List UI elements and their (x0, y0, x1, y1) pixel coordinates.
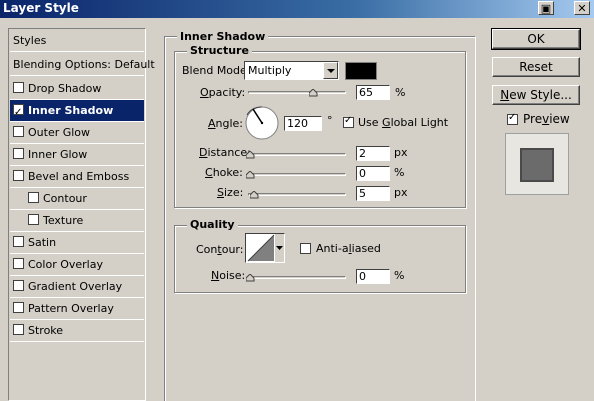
opacity-label: Opacity: (200, 86, 246, 99)
anti-aliased-label: Anti-aliased (316, 242, 381, 255)
sidebar-item-checkbox[interactable] (13, 302, 24, 313)
preview-swatch (520, 148, 554, 182)
sidebar-item-checkbox[interactable] (28, 192, 39, 203)
quality-group (174, 225, 466, 293)
size-label: Size: (217, 186, 244, 199)
sidebar-item-label: Color Overlay (28, 258, 103, 271)
opacity-slider[interactable] (248, 91, 346, 94)
sidebar-item[interactable]: Color Overlay (10, 254, 144, 276)
sidebar-item-label: Satin (28, 236, 57, 249)
sidebar-item[interactable]: Inner Shadow (10, 100, 144, 124)
sidebar-item-checkbox[interactable] (13, 324, 24, 335)
distance-slider[interactable] (248, 153, 346, 156)
distance-input[interactable]: 2 (356, 146, 390, 161)
choke-slider-thumb[interactable] (246, 171, 255, 179)
distance-slider-thumb[interactable] (246, 151, 255, 159)
sidebar-item-checkbox[interactable] (13, 236, 24, 247)
restore-button[interactable]: ▣ (538, 1, 554, 15)
ok-button[interactable]: OK (491, 28, 581, 50)
angle-dial-icon (245, 106, 279, 140)
size-slider-thumb[interactable] (250, 191, 259, 199)
sidebar-item-label: Pattern Overlay (28, 302, 114, 315)
panel-title: Inner Shadow (177, 30, 269, 43)
sidebar-item[interactable]: Drop Shadow (10, 78, 144, 100)
choke-slider[interactable] (248, 173, 346, 176)
contour-label: Contour: (196, 243, 244, 256)
opacity-input[interactable]: 65 (356, 85, 390, 100)
choke-unit: % (394, 166, 405, 179)
sidebar-item-label: Drop Shadow (28, 82, 102, 95)
blend-mode-label: Blend Mode: (182, 64, 251, 77)
sidebar-item-checkbox[interactable] (13, 170, 24, 181)
size-slider[interactable] (248, 193, 346, 196)
sidebar-item[interactable]: Contour (10, 188, 144, 210)
blend-mode-value: Multiply (248, 64, 292, 77)
contour-curve-icon (247, 234, 275, 262)
reset-button[interactable]: Reset (492, 57, 580, 77)
chevron-down-icon[interactable] (275, 234, 284, 262)
opacity-unit: % (395, 86, 406, 99)
preview-checkbox[interactable] (507, 112, 518, 125)
sidebar-item-label: Gradient Overlay (28, 280, 123, 293)
sidebar-item[interactable]: Gradient Overlay (10, 276, 144, 298)
noise-slider-thumb[interactable] (246, 274, 255, 282)
distance-unit: px (394, 146, 408, 159)
sidebar-item-checkbox[interactable] (13, 148, 24, 159)
sidebar-item-label: Inner Glow (28, 148, 88, 161)
sidebar-item[interactable]: Stroke (10, 320, 144, 342)
preview-thumbnail (505, 133, 569, 195)
structure-title: Structure (187, 44, 252, 57)
sidebar-item[interactable]: Bevel and Emboss (10, 166, 144, 188)
styles-list: Styles Blending Options: Default Drop Shad… (8, 28, 155, 401)
chevron-down-icon (323, 62, 338, 79)
sidebar-item-label: Outer Glow (28, 126, 91, 139)
angle-label: Angle: (208, 117, 244, 130)
sidebar-item[interactable]: Pattern Overlay (10, 298, 144, 320)
sidebar-item[interactable]: Outer Glow (10, 122, 144, 144)
sidebar-item[interactable]: Satin (10, 232, 144, 254)
sidebar-item-label: Stroke (28, 324, 64, 337)
angle-unit: ° (327, 114, 333, 127)
sidebar-item-label: Texture (43, 214, 84, 227)
noise-label: Noise: (211, 269, 246, 282)
anti-aliased-checkbox[interactable] (300, 243, 311, 254)
distance-label: Distance: (199, 146, 251, 159)
sidebar-item-checkbox[interactable] (13, 82, 24, 93)
close-button[interactable]: ✕ (574, 1, 590, 15)
noise-slider[interactable] (248, 276, 346, 279)
contour-picker[interactable] (245, 233, 285, 263)
sidebar-item[interactable]: Styles (10, 30, 144, 52)
new-style-button[interactable]: New Style... (492, 85, 580, 105)
title-bar: Layer Style ▣ ✕ (0, 0, 594, 18)
global-light-label: Use Global Light (358, 116, 449, 129)
sidebar-item-checkbox[interactable] (28, 214, 39, 225)
sidebar-item-label: Contour (43, 192, 87, 205)
noise-unit: % (394, 269, 405, 282)
angle-input[interactable]: 120 (284, 116, 322, 131)
sidebar-item-checkbox[interactable] (13, 102, 24, 124)
choke-input[interactable]: 0 (356, 166, 390, 181)
sidebar-item[interactable]: Blending Options: Default (10, 54, 155, 76)
sidebar-item-checkbox[interactable] (13, 126, 24, 137)
size-unit: px (394, 186, 408, 199)
global-light-checkbox[interactable] (343, 115, 354, 128)
preview-label: Preview (523, 112, 570, 126)
sidebar-item-label: Inner Shadow (28, 104, 114, 117)
noise-input[interactable]: 0 (356, 269, 390, 284)
shadow-color-swatch[interactable] (345, 62, 377, 80)
sidebar-item[interactable]: Texture (10, 210, 144, 232)
blend-mode-select[interactable]: Multiply (244, 61, 339, 80)
sidebar-item-checkbox[interactable] (13, 280, 24, 291)
choke-label: Choke: (205, 166, 243, 179)
sidebar-item-label: Bevel and Emboss (28, 170, 130, 183)
quality-title: Quality (187, 218, 238, 231)
angle-dial[interactable] (244, 105, 280, 144)
sidebar-item-label: Blending Options: Default (13, 58, 155, 71)
size-input[interactable]: 5 (356, 186, 390, 201)
sidebar-item-checkbox[interactable] (13, 258, 24, 269)
window-title: Layer Style (3, 1, 79, 15)
opacity-slider-thumb[interactable] (309, 89, 318, 97)
sidebar-item[interactable]: Inner Glow (10, 144, 144, 166)
sidebar-item-label: Styles (13, 34, 47, 47)
